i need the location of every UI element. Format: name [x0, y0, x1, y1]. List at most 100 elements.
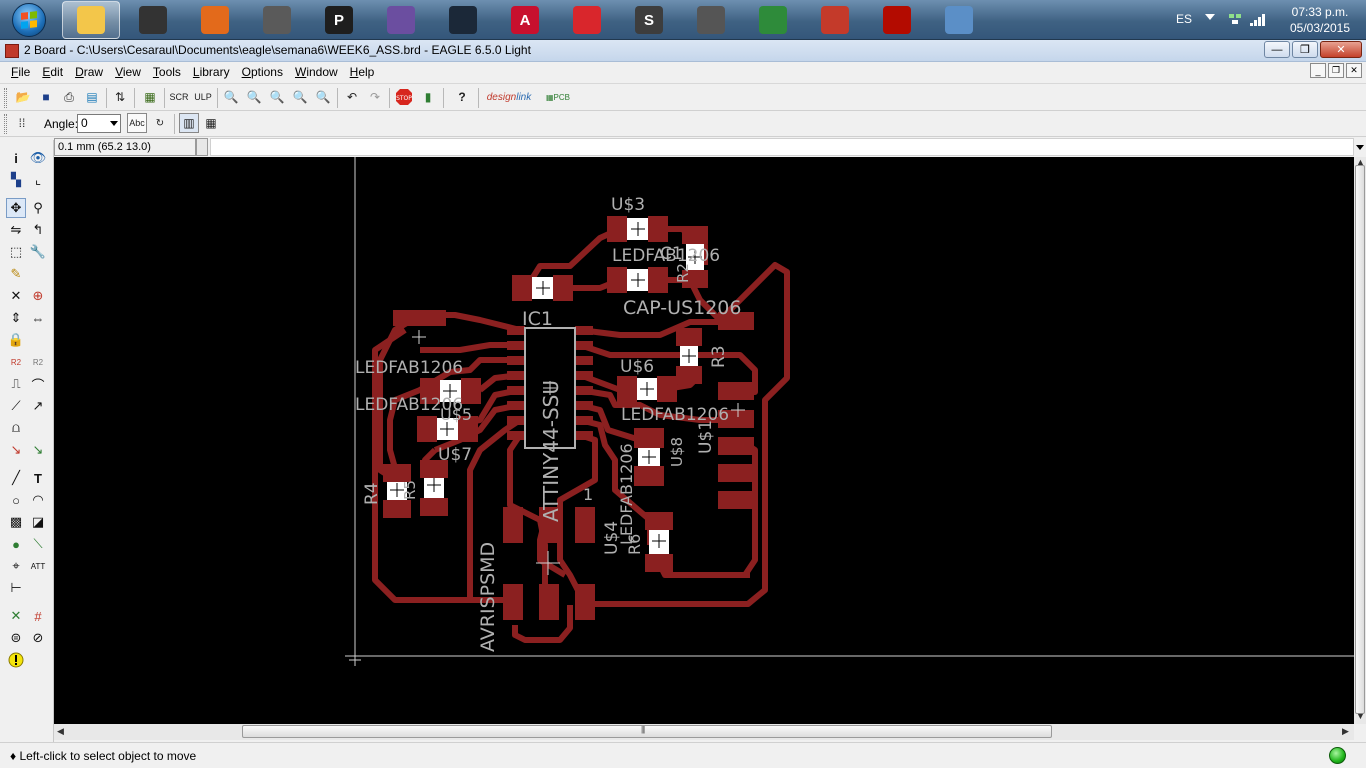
cam-processor-icon[interactable]: ▤	[82, 87, 102, 107]
menu-edit[interactable]: Edit	[36, 62, 69, 82]
menu-file[interactable]: File	[5, 62, 36, 82]
zoom-in-icon[interactable]: 🔍	[244, 87, 264, 107]
show-hidden-icons-icon[interactable]	[1205, 14, 1215, 20]
grid-icon[interactable]: ⁞⁞	[12, 113, 32, 133]
replace-icon[interactable]: ⇕	[6, 308, 26, 328]
info-icon[interactable]: i	[6, 148, 26, 168]
menu-draw[interactable]: Draw	[69, 62, 109, 82]
lock-icon[interactable]: ⇔	[28, 308, 48, 328]
menu-window[interactable]: Window	[289, 62, 344, 82]
board-canvas[interactable]: U$3 LEDFAB1206 C1 R2 CAP-US1206 IC1 R3 L…	[54, 157, 1354, 724]
go-icon[interactable]: ▮	[418, 87, 438, 107]
polygon-icon[interactable]: ◪	[28, 512, 48, 532]
taskbar-processing-button[interactable]: P	[310, 1, 368, 39]
coordinate-grip[interactable]	[196, 138, 208, 156]
design-link-icon[interactable]: design link	[486, 87, 532, 107]
print-icon[interactable]: ⎙	[59, 87, 79, 107]
taskbar-mplab-ide-button[interactable]	[558, 1, 616, 39]
open-icon[interactable]: 📂	[13, 87, 33, 107]
network-icon[interactable]	[1228, 12, 1242, 26]
redraw-icon[interactable]: 🔍	[290, 87, 310, 107]
rotate-icon[interactable]: ↰	[28, 220, 48, 240]
meander-icon[interactable]: ⩍	[6, 418, 26, 438]
horizontal-scroll-thumb[interactable]	[242, 725, 1052, 738]
add-icon[interactable]: ⊕	[28, 286, 48, 306]
mirror-icon[interactable]: ⇋	[6, 220, 26, 240]
language-indicator[interactable]: ES	[1176, 12, 1192, 26]
help-icon[interactable]: ?	[452, 87, 472, 107]
pcb-layout[interactable]: U$3 LEDFAB1206 C1 R2 CAP-US1206 IC1 R3 L…	[54, 157, 1354, 724]
copy-icon[interactable]: ⚲	[28, 198, 48, 218]
taskbar-adobe-reader-button[interactable]	[868, 1, 926, 39]
split-icon[interactable]: ⎍	[6, 374, 26, 394]
save-icon[interactable]: ■	[36, 87, 56, 107]
circle-icon[interactable]: ○	[6, 490, 26, 510]
command-input[interactable]	[210, 138, 1354, 156]
scroll-left-icon[interactable]: ◀	[57, 726, 64, 737]
arc-icon[interactable]: ◠	[28, 490, 48, 510]
auto-icon[interactable]: #	[28, 606, 48, 626]
paste-icon[interactable]: ✎	[6, 264, 26, 284]
menu-view[interactable]: View	[109, 62, 147, 82]
zoom-select-icon[interactable]: 🔍	[313, 87, 333, 107]
drc-icon[interactable]: ⊘	[28, 628, 48, 648]
menu-library[interactable]: Library	[187, 62, 236, 82]
status-light-icon[interactable]	[1329, 747, 1346, 764]
signal-icon[interactable]: ⟍	[28, 534, 48, 554]
run-script-icon[interactable]: ▦	[140, 87, 160, 107]
taskbar-autocad-button[interactable]: A	[496, 1, 554, 39]
mdi-restore-button[interactable]: ❐	[1328, 63, 1344, 78]
mdi-minimize-button[interactable]: _	[1310, 63, 1326, 78]
taskbar-google-chrome-button[interactable]	[744, 1, 802, 39]
zoom-fit-icon[interactable]: 🔍	[221, 87, 241, 107]
ratsnest-icon[interactable]: ✕	[6, 606, 26, 626]
text-icon[interactable]: T	[28, 468, 48, 488]
change-icon[interactable]: 🔧	[28, 242, 48, 262]
erc-icon[interactable]: ⊜	[6, 628, 26, 648]
toolbar-grip[interactable]	[4, 88, 7, 108]
undo-icon[interactable]: ↶	[342, 87, 362, 107]
taskbar-sublime-text-button[interactable]: S	[620, 1, 678, 39]
taskbar-eagle-pro-button[interactable]	[124, 1, 182, 39]
toolbar-grip-2[interactable]	[4, 114, 7, 134]
mdi-close-button[interactable]: ✕	[1346, 63, 1362, 78]
move-single-icon[interactable]: ▦	[201, 113, 221, 133]
vertical-scroll-thumb[interactable]	[1355, 165, 1365, 714]
command-history-dropdown[interactable]	[1354, 138, 1366, 156]
mirror-text-icon[interactable]: Abc	[127, 113, 147, 133]
display-icon[interactable]: ▚	[6, 170, 26, 190]
via-icon[interactable]: ●	[6, 534, 26, 554]
taskbar-steam-button[interactable]	[434, 1, 492, 39]
angle-select[interactable]: 0	[77, 114, 121, 133]
stop-icon[interactable]: STOP	[394, 87, 414, 107]
route-icon[interactable]: ↗	[28, 396, 48, 416]
menu-options[interactable]: Options	[236, 62, 289, 82]
autoroute-icon[interactable]: ↘	[28, 440, 48, 460]
taskbar-audio-app-button[interactable]	[372, 1, 430, 39]
group-icon[interactable]: ⬚	[6, 242, 26, 262]
rect-icon[interactable]: ▩	[6, 512, 26, 532]
zoom-out-icon[interactable]: 🔍	[267, 87, 287, 107]
errors-icon[interactable]	[6, 650, 26, 670]
run-ulp-2-icon[interactable]: ULP	[193, 87, 213, 107]
horizontal-scrollbar[interactable]: ◀ ▶	[54, 724, 1354, 740]
minimize-button[interactable]: —	[1264, 41, 1290, 58]
mark-icon[interactable]: ⌞	[28, 170, 48, 190]
start-button[interactable]	[4, 1, 56, 39]
taskbar-matlab-button[interactable]	[186, 1, 244, 39]
attribute-icon[interactable]: ATT	[28, 556, 48, 576]
optimize-icon[interactable]: ⟋	[6, 396, 26, 416]
signal-strength-icon[interactable]	[1250, 12, 1268, 26]
spin-icon[interactable]: ↻	[150, 113, 170, 133]
menu-help[interactable]: Help	[344, 62, 381, 82]
scroll-right-icon[interactable]: ▶	[1342, 726, 1349, 737]
close-button[interactable]: ✕	[1320, 41, 1362, 58]
taskbar-image-viewer-button[interactable]	[930, 1, 988, 39]
delete-icon[interactable]: ✕	[6, 286, 26, 306]
ripup-icon[interactable]: ↘	[6, 440, 26, 460]
vertical-scrollbar[interactable]: ▲ ▼	[1354, 157, 1366, 724]
taskbar-clock[interactable]: 07:33 p.m. 05/03/2015	[1278, 4, 1362, 36]
pcb-quote-icon[interactable]: ▦PCB	[538, 87, 578, 107]
smash-icon[interactable]: 🔒	[6, 330, 26, 350]
run-ulp-icon[interactable]: SCR	[169, 87, 189, 107]
